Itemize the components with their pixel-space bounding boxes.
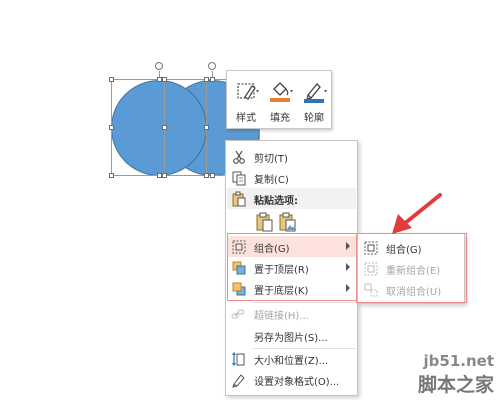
outline-button[interactable]: 轮廓 [299, 75, 329, 125]
resize-handle[interactable] [204, 77, 209, 82]
resize-handle[interactable] [109, 173, 114, 178]
menu-item-label: 超链接(H)... [254, 311, 309, 322]
annotation-highlight-box [227, 233, 357, 301]
resize-handle[interactable] [210, 77, 215, 82]
resize-handle[interactable] [162, 173, 167, 178]
size-position-icon [232, 352, 245, 366]
menu-item-label: 复制(C) [254, 175, 289, 186]
menu-item-format-object[interactable]: 设置对象格式(O)... [227, 369, 356, 390]
rotate-handle-2[interactable] [208, 62, 216, 70]
fill-button[interactable]: 填充 [265, 75, 295, 125]
style-label: 样式 [236, 113, 256, 124]
menu-item-label: 设置对象格式(O)... [254, 377, 340, 388]
copy-icon [232, 171, 246, 186]
rotate-handle-1[interactable] [155, 62, 163, 70]
mini-toolbar: 样式 填充 轮廓 [226, 70, 332, 129]
paste-options-label: 粘贴选项: [254, 196, 298, 207]
menu-item-cut[interactable]: 剪切(T) [227, 146, 356, 167]
fill-label: 填充 [270, 113, 290, 124]
annotation-highlight-box-submenu [356, 233, 467, 303]
paste-options-header: 粘贴选项: [227, 188, 356, 209]
paste-as-picture-icon[interactable] [279, 212, 297, 232]
hyperlink-icon [231, 309, 245, 319]
paste-icon [232, 191, 246, 207]
resize-handle[interactable] [109, 77, 114, 82]
watermark-site: jb51.net [423, 352, 494, 370]
watermark-brand: 脚本之家 [417, 374, 494, 396]
menu-item-label: 剪切(T) [254, 154, 288, 165]
annotation-arrow-icon [392, 193, 442, 234]
menu-item-hyperlink: 超链接(H)... [227, 303, 356, 324]
menu-item-size-and-position[interactable]: 大小和位置(Z)... [227, 348, 356, 369]
resize-handle[interactable] [204, 125, 209, 130]
resize-handle[interactable] [162, 77, 167, 82]
paint-bucket-icon [270, 82, 293, 102]
resize-handle[interactable] [210, 173, 215, 178]
resize-handle[interactable] [162, 125, 167, 130]
menu-item-label: 大小和位置(Z)... [254, 356, 329, 367]
menu-item-label: 另存为图片(S)... [254, 333, 328, 344]
scissors-icon [233, 150, 245, 164]
paste-keep-formatting-icon[interactable] [256, 212, 274, 232]
outline-label: 轮廓 [304, 113, 324, 124]
pen-outline-icon [304, 83, 327, 103]
menu-item-copy[interactable]: 复制(C) [227, 167, 356, 188]
shape-style-icon [237, 83, 259, 100]
format-object-icon [232, 374, 245, 388]
menu-item-save-as-picture[interactable]: 另存为图片(S)... [227, 325, 356, 346]
resize-handle[interactable] [109, 125, 114, 130]
resize-handle[interactable] [204, 173, 209, 178]
style-button[interactable]: 样式 [231, 75, 261, 125]
